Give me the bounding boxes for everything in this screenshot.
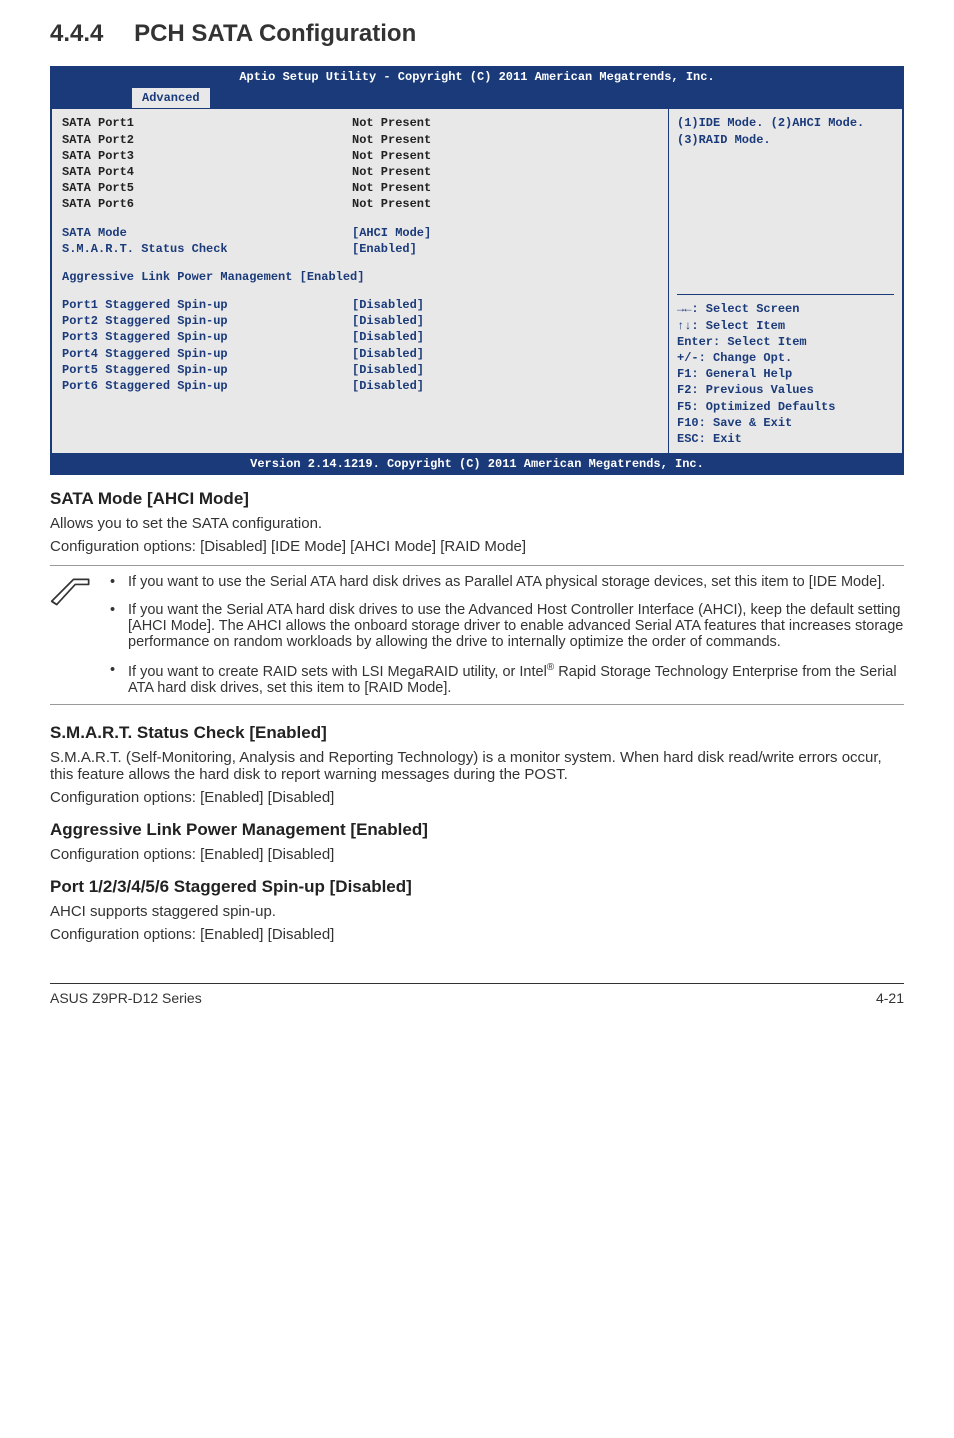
section-title: PCH SATA Configuration — [134, 20, 416, 47]
heading-staggered: Port 1/2/3/4/5/6 Staggered Spin-up [Disa… — [50, 877, 904, 897]
bios-port-value: Not Present — [352, 132, 431, 148]
bios-port-value: Not Present — [352, 196, 431, 212]
bios-row: SATA Port3Not Present — [62, 148, 658, 164]
heading-sata-mode: SATA Mode [AHCI Mode] — [50, 489, 904, 509]
heading-smart: S.M.A.R.T. Status Check [Enabled] — [50, 723, 904, 743]
page-footer: ASUS Z9PR-D12 Series 4-21 — [50, 983, 904, 1006]
note-item-1: If you want to use the Serial ATA hard d… — [110, 574, 904, 590]
note-list: If you want to use the Serial ATA hard d… — [110, 574, 904, 696]
bios-port-label: SATA Port2 — [62, 132, 352, 148]
bios-spinup-label: Port1 Staggered Spin-up — [62, 297, 352, 313]
bios-option-value: [AHCI Mode] — [352, 225, 431, 241]
bios-row: SATA Port4Not Present — [62, 164, 658, 180]
text-staggered-desc: AHCI supports staggered spin-up. — [50, 903, 904, 920]
bios-port-label: SATA Port6 — [62, 196, 352, 212]
note-item-2: If you want the Serial ATA hard disk dri… — [110, 602, 904, 650]
bios-spinup-label: Port4 Staggered Spin-up — [62, 346, 352, 362]
text-smart-desc: S.M.A.R.T. (Self-Monitoring, Analysis an… — [50, 749, 904, 783]
bios-nav-line: +/-: Change Opt. — [677, 350, 894, 366]
bios-window: Aptio Setup Utility - Copyright (C) 2011… — [50, 66, 904, 475]
bios-option-label: SATA Mode — [62, 225, 352, 241]
heading-aggressive: Aggressive Link Power Management [Enable… — [50, 820, 904, 840]
bios-body: SATA Port1Not PresentSATA Port2Not Prese… — [51, 108, 903, 454]
bios-row[interactable]: SATA Mode[AHCI Mode] — [62, 225, 658, 241]
text-sata-mode-desc: Allows you to set the SATA configuration… — [50, 515, 904, 532]
bios-option-value: [Enabled] — [352, 241, 417, 257]
note-box: If you want to use the Serial ATA hard d… — [50, 565, 904, 705]
bios-spinup-label: Port5 Staggered Spin-up — [62, 362, 352, 378]
footer-left: ASUS Z9PR-D12 Series — [50, 990, 202, 1006]
bios-tab-advanced[interactable]: Advanced — [131, 87, 211, 108]
bios-row[interactable]: Port1 Staggered Spin-up[Disabled] — [62, 297, 658, 313]
bios-footer: Version 2.14.1219. Copyright (C) 2011 Am… — [51, 454, 903, 474]
bios-port-value: Not Present — [352, 164, 431, 180]
bios-nav-line: F10: Save & Exit — [677, 415, 894, 431]
text-smart-opts: Configuration options: [Enabled] [Disabl… — [50, 789, 904, 806]
section-heading: 4.4.4 PCH SATA Configuration — [50, 20, 904, 48]
bios-row[interactable]: Port3 Staggered Spin-up[Disabled] — [62, 329, 658, 345]
bios-row: SATA Port6Not Present — [62, 196, 658, 212]
text-aggressive-opts: Configuration options: [Enabled] [Disabl… — [50, 846, 904, 863]
bios-spinup-value: [Disabled] — [352, 362, 424, 378]
bios-spinup-label: Port6 Staggered Spin-up — [62, 378, 352, 394]
bios-spinup-value: [Disabled] — [352, 329, 424, 345]
section-number: 4.4.4 — [50, 20, 103, 47]
bios-tab-row: Advanced — [51, 87, 903, 108]
bios-help-line: (3)RAID Mode. — [677, 132, 894, 148]
bios-port-value: Not Present — [352, 148, 431, 164]
bios-row: SATA Port2Not Present — [62, 132, 658, 148]
bios-nav-line: ↑↓: Select Item — [677, 318, 894, 334]
bios-left-panel: SATA Port1Not PresentSATA Port2Not Prese… — [51, 108, 668, 454]
bios-row[interactable]: Port2 Staggered Spin-up[Disabled] — [62, 313, 658, 329]
bios-spinup-value: [Disabled] — [352, 346, 424, 362]
bios-nav-line: F1: General Help — [677, 366, 894, 382]
bios-spinup-value: [Disabled] — [352, 297, 424, 313]
text-sata-mode-opts: Configuration options: [Disabled] [IDE M… — [50, 538, 904, 555]
note-item-3: If you want to create RAID sets with LSI… — [110, 662, 904, 696]
bios-spinup-label: Port3 Staggered Spin-up — [62, 329, 352, 345]
bios-nav-line: Enter: Select Item — [677, 334, 894, 350]
bios-nav-line: →←: Select Screen — [677, 301, 894, 317]
bios-port-label: SATA Port3 — [62, 148, 352, 164]
bios-aggressive-link[interactable]: Aggressive Link Power Management [Enable… — [62, 269, 658, 285]
bios-port-value: Not Present — [352, 180, 431, 196]
bios-port-value: Not Present — [352, 115, 431, 131]
bios-spinup-value: [Disabled] — [352, 378, 424, 394]
footer-right: 4-21 — [876, 990, 904, 1006]
bios-spinup-value: [Disabled] — [352, 313, 424, 329]
bios-row[interactable]: S.M.A.R.T. Status Check[Enabled] — [62, 241, 658, 257]
bios-nav-line: F2: Previous Values — [677, 382, 894, 398]
bios-option-label: S.M.A.R.T. Status Check — [62, 241, 352, 257]
note-icon — [50, 574, 110, 613]
bios-row[interactable]: Port4 Staggered Spin-up[Disabled] — [62, 346, 658, 362]
bios-right-panel: (1)IDE Mode. (2)AHCI Mode.(3)RAID Mode. … — [668, 108, 903, 454]
bios-row[interactable]: Port6 Staggered Spin-up[Disabled] — [62, 378, 658, 394]
bios-titlebar: Aptio Setup Utility - Copyright (C) 2011… — [51, 67, 903, 87]
text-staggered-opts: Configuration options: [Enabled] [Disabl… — [50, 926, 904, 943]
bios-port-label: SATA Port5 — [62, 180, 352, 196]
bios-row: SATA Port5Not Present — [62, 180, 658, 196]
bios-nav-help: →←: Select Screen↑↓: Select ItemEnter: S… — [677, 301, 894, 447]
bios-row: SATA Port1Not Present — [62, 115, 658, 131]
bios-help-line: (1)IDE Mode. (2)AHCI Mode. — [677, 115, 894, 131]
bios-nav-line: ESC: Exit — [677, 431, 894, 447]
bios-nav-line: F5: Optimized Defaults — [677, 399, 894, 415]
bios-row[interactable]: Port5 Staggered Spin-up[Disabled] — [62, 362, 658, 378]
bios-port-label: SATA Port4 — [62, 164, 352, 180]
bios-spinup-label: Port2 Staggered Spin-up — [62, 313, 352, 329]
bios-port-label: SATA Port1 — [62, 115, 352, 131]
bios-help-text: (1)IDE Mode. (2)AHCI Mode.(3)RAID Mode. — [677, 115, 894, 295]
